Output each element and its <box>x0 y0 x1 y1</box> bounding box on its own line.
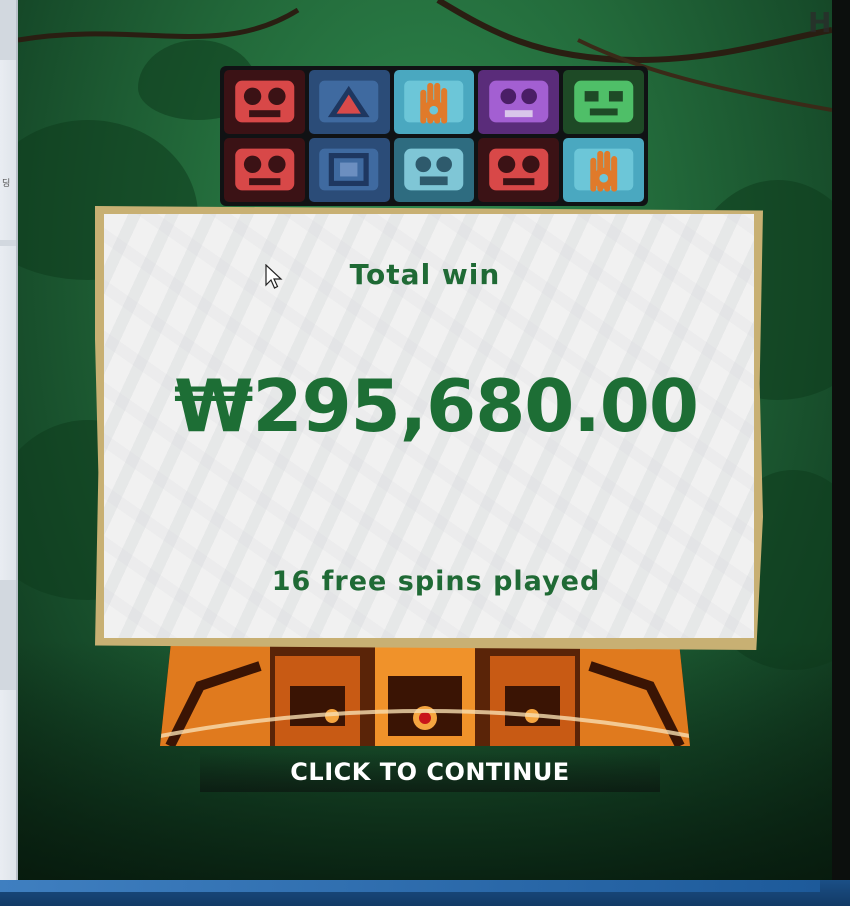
korean-glyph: 딩 <box>2 179 11 189</box>
click-to-continue-button[interactable]: CLICK TO CONTINUE <box>200 752 660 792</box>
provider-logo-icon: H <box>808 6 832 39</box>
red-mask-icon <box>224 138 305 202</box>
purple-skull-mask-icon <box>478 70 560 134</box>
blue-triangle-icon <box>308 70 390 134</box>
os-taskbar <box>0 880 850 906</box>
hand-spiral-icon <box>563 138 644 202</box>
browser-left-strip: 딩 <box>0 0 18 880</box>
temple-artwork <box>160 646 690 746</box>
total-win-amount: ₩295,680.00 <box>174 364 699 448</box>
reel-grid <box>220 66 648 206</box>
teal-mask-icon <box>393 138 475 202</box>
mouse-cursor-icon <box>265 264 283 289</box>
red-mask-icon <box>478 138 560 202</box>
hand-spiral-icon <box>393 70 475 134</box>
free-spins-played-text: 16 free spins played <box>271 566 601 597</box>
red-mask-icon <box>224 70 305 134</box>
green-mask-icon <box>563 70 644 134</box>
screen-bezel <box>832 0 850 906</box>
blue-square-icon <box>308 138 390 202</box>
total-win-label: Total win <box>349 258 501 291</box>
